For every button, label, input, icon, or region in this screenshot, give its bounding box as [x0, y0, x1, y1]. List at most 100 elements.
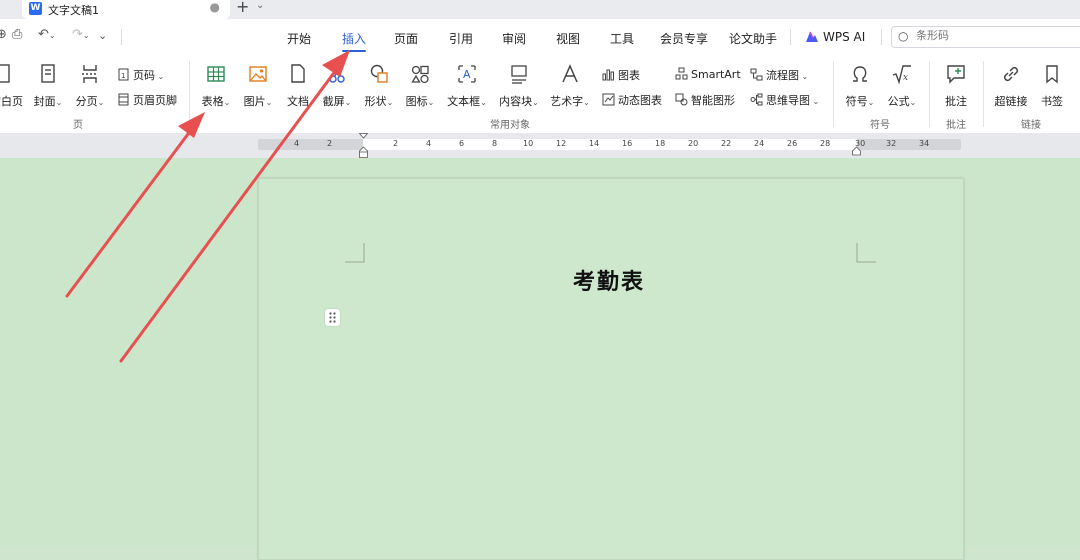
ruler-number: 28: [820, 139, 831, 148]
document-page[interactable]: [258, 178, 964, 560]
menu-start[interactable]: 开始: [287, 30, 311, 47]
group-divider: [983, 61, 984, 127]
header-footer-icon: [118, 93, 129, 106]
quick-access-chevron-icon[interactable]: ⌄: [98, 29, 107, 42]
picture-icon: [249, 66, 267, 82]
left-indent-marker[interactable]: [359, 133, 368, 158]
hyperlink-button[interactable]: 超链接: [992, 63, 1030, 109]
redo-icon[interactable]: ↷⌄: [72, 27, 90, 42]
menu-insert[interactable]: 插入: [342, 30, 366, 47]
print-preview-icon[interactable]: ⎙: [12, 27, 22, 42]
shapes-icon: [370, 64, 388, 83]
menu-reference[interactable]: 引用: [449, 30, 473, 47]
document-button[interactable]: 文档: [285, 63, 311, 109]
menu-divider: [881, 29, 882, 45]
textbox-icon: A: [458, 65, 476, 83]
document-tab-title: 文字文稿1: [48, 4, 99, 17]
textbox-button[interactable]: A 文本框⌄: [444, 63, 490, 109]
formula-button[interactable]: x 公式⌄: [884, 63, 920, 109]
ruler-number: 8: [492, 139, 498, 148]
cover-page-icon: [41, 64, 55, 83]
undo-icon[interactable]: ↶⌄: [38, 27, 56, 42]
cover-label: 封面⌄: [33, 95, 63, 108]
bookmark-label: 书签: [1041, 95, 1063, 108]
menu-view[interactable]: 视图: [556, 30, 580, 47]
new-tab-icon[interactable]: +: [236, 0, 249, 16]
picture-button[interactable]: 图片⌄: [240, 63, 276, 109]
header-footer-button[interactable]: 页眉页脚: [117, 92, 177, 108]
square-root-icon: x: [892, 65, 911, 85]
document-label: 文档: [287, 95, 309, 108]
link-icon: [1003, 66, 1019, 82]
dynamic-chart-button[interactable]: 动态图表: [602, 92, 662, 108]
screenshot-label: 截屏⌄: [322, 95, 352, 108]
search-icon: ○: [898, 29, 909, 43]
comment-label: 批注: [945, 95, 967, 108]
bookmark-button[interactable]: 书签: [1038, 63, 1066, 109]
shapes-label: 形状⌄: [364, 95, 394, 108]
comment-group-label: 批注: [946, 120, 966, 131]
ruler-number: 12: [556, 139, 567, 148]
page-number-button[interactable]: 1 页码 ⌄: [117, 67, 164, 83]
ruler-text-area: [363, 139, 857, 150]
menu-member[interactable]: 会员专享: [660, 30, 708, 47]
wps-writer-logo-icon: W: [29, 2, 42, 15]
common-objects-group-label: 常用对象: [490, 120, 530, 131]
symbol-label: 符号⌄: [845, 95, 875, 108]
active-tab-indicator: [342, 50, 366, 52]
wps-ai-icon: [806, 31, 818, 42]
chart-button[interactable]: 图表: [602, 67, 640, 83]
menu-tools[interactable]: 工具: [610, 30, 634, 47]
paragraph-drag-handle-icon[interactable]: [325, 309, 340, 326]
document-title[interactable]: 考勤表: [573, 264, 645, 296]
save-icon[interactable]: ⊕: [0, 27, 7, 42]
omega-icon: [853, 66, 867, 82]
menu-page[interactable]: 页面: [394, 30, 418, 47]
icon-library-icon: [411, 65, 429, 84]
ruler-number: 2: [327, 139, 333, 148]
page-break-icon: [82, 65, 98, 83]
ruler-number: 24: [754, 139, 765, 148]
icons-button[interactable]: 图标⌄: [403, 63, 437, 109]
shapes-button[interactable]: 形状⌄: [362, 63, 396, 109]
cover-button[interactable]: 封面⌄: [31, 63, 65, 109]
search-input[interactable]: [916, 29, 1076, 42]
bookmark-icon: [1046, 65, 1058, 84]
symbol-group-label: 符号: [870, 120, 890, 131]
chart-icon: [602, 69, 614, 81]
flowchart-button[interactable]: 流程图 ⌄: [750, 67, 808, 83]
blank-page-button[interactable]: 空白页: [0, 63, 23, 109]
ruler-number: 6: [459, 139, 465, 148]
smartart-button[interactable]: SmartArt: [675, 67, 741, 81]
group-divider: [929, 61, 930, 127]
screenshot-button[interactable]: 截屏⌄: [321, 63, 353, 109]
right-indent-marker[interactable]: [852, 133, 861, 158]
menu-paper-assistant[interactable]: 论文助手: [729, 30, 777, 47]
page-break-button[interactable]: 分页⌄: [73, 63, 107, 109]
table-button[interactable]: 表格⌄: [198, 63, 234, 109]
search-box[interactable]: ○: [891, 26, 1080, 48]
ruler-number: 4: [426, 139, 432, 148]
mind-map-button[interactable]: 思维导图 ⌄: [750, 92, 819, 108]
menu-review[interactable]: 审阅: [502, 30, 526, 47]
svg-text:x: x: [903, 73, 908, 83]
smart-graphic-button[interactable]: 智能图形: [675, 92, 735, 108]
ruler-number: 34: [919, 139, 930, 148]
tab-list-chevron-icon[interactable]: ⌄: [256, 0, 264, 11]
ruler-number: 2: [393, 139, 399, 148]
ruler-number: 16: [622, 139, 633, 148]
symbol-button[interactable]: 符号⌄: [842, 63, 878, 109]
ruler-number: 14: [589, 139, 600, 148]
svg-text:A: A: [463, 68, 471, 81]
smart-graphic-icon: [675, 93, 688, 106]
menu-wps-ai[interactable]: WPS AI: [823, 30, 865, 44]
content-block-button[interactable]: 内容块⌄: [496, 63, 542, 109]
tab-close-icon[interactable]: ●: [210, 0, 220, 14]
word-art-button[interactable]: 艺术字⌄: [547, 63, 593, 109]
margin-corner-top-right: [856, 243, 876, 263]
document-tab[interactable]: W 文字文稿1 ●: [22, 0, 230, 19]
ruler-number: 18: [655, 139, 666, 148]
scissors-icon: [329, 65, 345, 83]
comment-button[interactable]: 批注: [940, 63, 972, 109]
document-icon: [291, 64, 305, 83]
